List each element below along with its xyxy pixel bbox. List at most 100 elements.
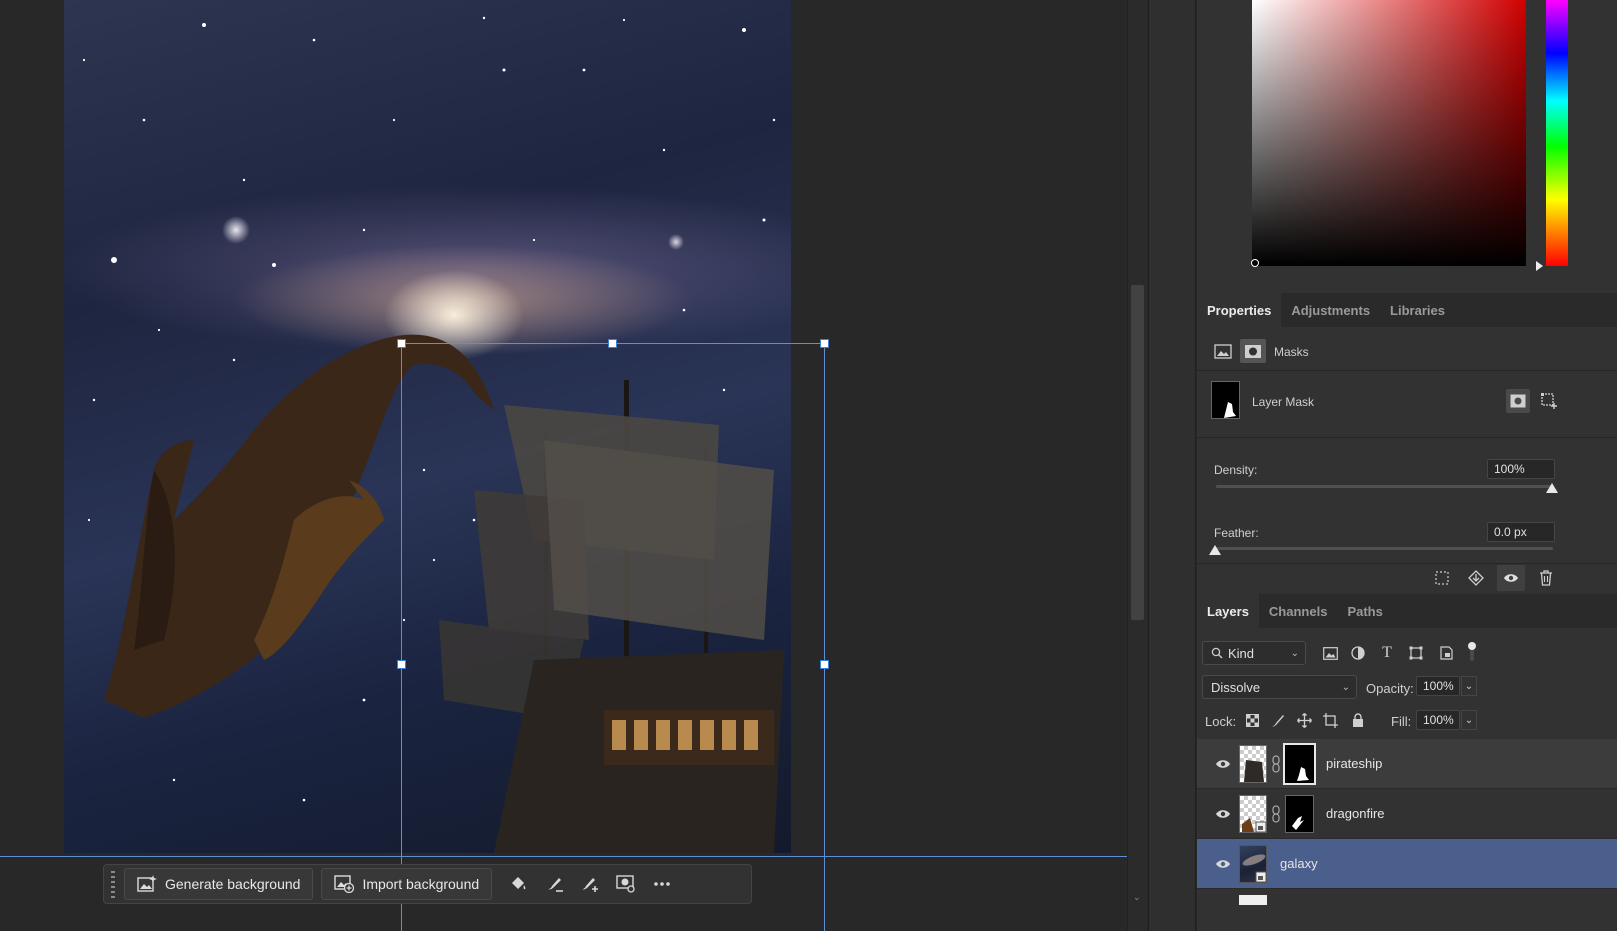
mask-visibility-eye-icon[interactable] [1497,565,1525,591]
density-label: Density: [1214,463,1258,477]
add-vector-mask-icon[interactable] [1538,390,1560,412]
generate-background-button[interactable]: Generate background [124,868,314,900]
layer-mask-thumbnail[interactable] [1283,743,1316,785]
load-selection-icon[interactable] [1431,567,1453,589]
tab-properties[interactable]: Properties [1197,293,1282,327]
hue-slider-pointer[interactable] [1536,261,1543,271]
filter-shape-layers-icon[interactable] [1406,643,1426,663]
canvas-workspace[interactable]: Generate background Import background [0,0,1127,931]
filter-smart-objects-icon[interactable] [1436,643,1456,663]
visibility-eye-icon[interactable] [1215,809,1231,819]
tab-layers[interactable]: Layers [1197,594,1259,628]
blend-mode-value: Dissolve [1211,679,1261,695]
feather-slider-track[interactable] [1216,547,1553,550]
generate-image-icon [137,875,157,892]
apply-mask-icon[interactable] [1465,567,1487,589]
blend-mode-dropdown[interactable]: Dissolve ⌄ [1202,675,1357,699]
layer-name[interactable]: galaxy [1280,856,1318,871]
layer-thumbnail [1239,845,1267,883]
pixel-mask-icon[interactable] [1212,341,1234,361]
chevron-down-icon: ⌄ [1290,648,1299,659]
collapsed-panel-dock [1148,0,1196,931]
filter-type-layers-icon[interactable]: T [1377,643,1397,663]
filter-adjustment-layers-icon[interactable] [1348,643,1368,663]
generate-background-label: Generate background [165,876,301,892]
density-slider-track[interactable] [1216,485,1553,488]
import-image-icon [334,875,355,893]
fill-label: Fill: [1391,714,1412,729]
layer-filter-label: Kind [1228,645,1255,661]
transform-handle-top-center[interactable] [608,339,617,348]
transform-handle-top-right[interactable] [820,339,829,348]
layer-name[interactable]: pirateship [1326,756,1382,771]
layer-filter-dropdown[interactable]: Kind ⌄ [1202,641,1306,665]
tab-libraries[interactable]: Libraries [1380,293,1455,327]
layer-row-dragonfire[interactable]: dragonfire [1197,789,1617,839]
contextual-task-bar: Generate background Import background [103,864,752,904]
color-saturation-field[interactable] [1252,0,1526,266]
import-background-button[interactable]: Import background [321,868,493,900]
density-field[interactable]: 100% [1487,459,1555,479]
search-icon [1211,647,1223,659]
mask-link-chain-icon[interactable] [1271,805,1281,823]
tab-adjustments[interactable]: Adjustments [1281,293,1380,327]
filter-pixel-layers-icon[interactable] [1320,643,1340,663]
layer-mask-icon[interactable] [1240,339,1266,363]
lock-transparent-pixels-icon[interactable] [1243,711,1261,729]
layer-mask-thumbnail[interactable] [1211,381,1240,419]
filter-toggle-switch[interactable] [1464,641,1480,663]
lock-artboard-icon[interactable] [1321,711,1339,729]
mask-link-chain-icon[interactable] [1271,755,1281,773]
fill-field[interactable]: 100% [1416,710,1460,730]
layer-thumbnail [1239,795,1267,833]
layer-row-galaxy[interactable]: galaxy [1197,839,1617,889]
properties-tabbar: Properties Adjustments Libraries [1197,293,1617,327]
artwork-image [82,16,784,853]
transform-handle-top-left[interactable] [397,339,406,348]
lock-image-pixels-brush-icon[interactable] [1269,711,1287,729]
document-canvas[interactable] [64,0,791,853]
taskbar-drag-handle[interactable] [108,869,118,899]
tab-channels[interactable]: Channels [1259,594,1338,628]
lock-position-move-icon[interactable] [1295,711,1313,729]
opacity-field[interactable]: 100% [1416,676,1460,696]
scroll-down-arrow-icon[interactable]: ⌄ [1133,892,1141,903]
fill-chevron-icon[interactable]: ⌄ [1461,710,1477,730]
feather-slider-thumb[interactable] [1209,545,1221,555]
hue-slider[interactable] [1546,0,1568,266]
brush-add-icon[interactable] [572,868,608,900]
layer-name[interactable]: dragonfire [1326,806,1385,821]
transform-handle-middle-left[interactable] [397,660,406,669]
scrollbar-thumb[interactable] [1131,285,1144,620]
opacity-chevron-icon[interactable]: ⌄ [1461,676,1477,696]
opacity-label: Opacity: [1366,681,1414,696]
select-mask-icon[interactable] [1506,389,1530,413]
mask-settings-icon[interactable] [608,868,644,900]
brush-subtract-icon[interactable] [536,868,572,900]
delete-mask-trash-icon[interactable] [1535,567,1557,589]
layer-thumbnail [1239,895,1267,905]
tab-paths[interactable]: Paths [1337,594,1392,628]
transform-handle-middle-right[interactable] [820,660,829,669]
layers-tabbar: Layers Channels Paths [1197,594,1617,628]
visibility-eye-icon[interactable] [1215,759,1231,769]
dragon-silhouette [104,334,494,718]
feather-field[interactable]: 0.0 px [1487,522,1555,542]
lock-all-padlock-icon[interactable] [1349,711,1367,729]
lock-label: Lock: [1205,714,1237,729]
visibility-eye-icon[interactable] [1215,859,1231,869]
canvas-vertical-scrollbar[interactable]: ⌄ [1127,0,1147,931]
transform-box-right [824,343,825,931]
density-slider-thumb[interactable] [1546,483,1558,493]
layer-mask-thumbnail[interactable] [1285,795,1314,833]
masks-section-label: Masks [1274,345,1309,359]
canvas-frame-edge [0,856,1127,857]
more-options-icon[interactable] [644,868,680,900]
divider [1197,563,1617,564]
color-picker-marker[interactable] [1251,259,1259,267]
pirate-ship-silhouette [439,380,784,853]
chevron-down-icon: ⌄ [1341,682,1350,693]
layer-row-partial[interactable] [1197,889,1617,931]
paint-bucket-icon[interactable] [500,868,536,900]
layer-row-pirateship[interactable]: pirateship [1197,739,1617,789]
